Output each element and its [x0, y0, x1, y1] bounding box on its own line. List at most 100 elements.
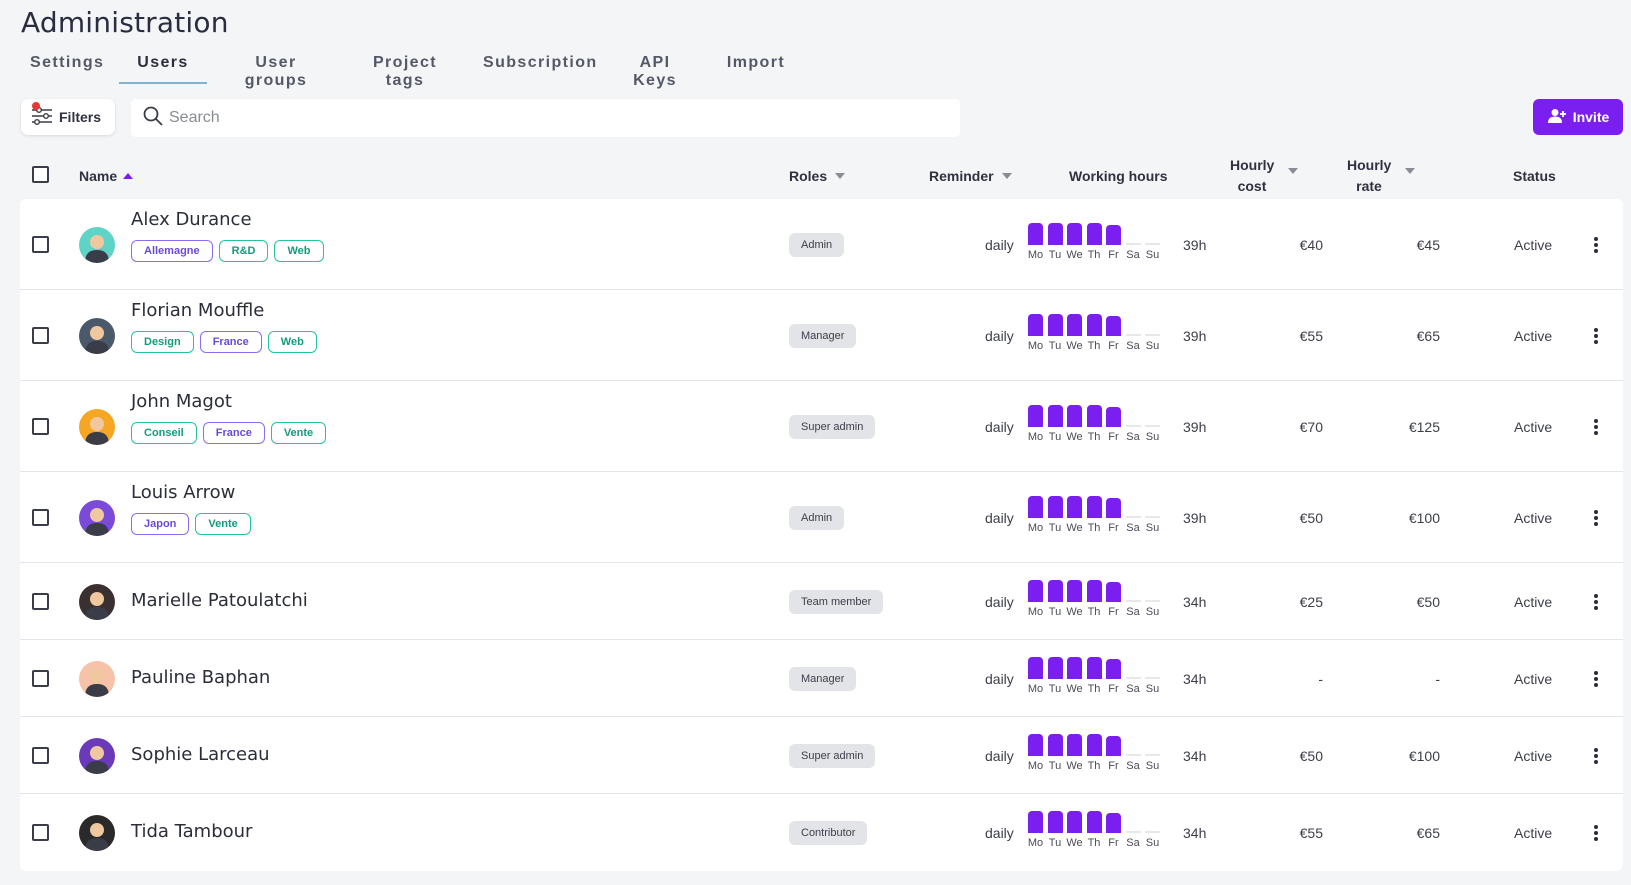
user-name[interactable]: Tida Tambour: [131, 821, 252, 842]
tag-badge[interactable]: Allemagne: [131, 239, 213, 262]
row-checkbox[interactable]: [32, 823, 49, 841]
reminder-value[interactable]: daily: [985, 328, 1014, 344]
hourly-cost-value[interactable]: €70: [1263, 419, 1323, 435]
invite-button[interactable]: Invite: [1533, 99, 1623, 135]
hourly-cost-value[interactable]: €50: [1263, 748, 1323, 764]
row-checkbox[interactable]: [32, 508, 49, 526]
hourly-cost-value[interactable]: -: [1263, 671, 1323, 687]
column-hourly-rate-header[interactable]: Hourly rate: [1347, 157, 1427, 194]
tab-api-keys[interactable]: API Keys: [616, 50, 694, 89]
user-name[interactable]: John Magot: [131, 391, 232, 412]
reminder-value[interactable]: daily: [985, 594, 1014, 610]
role-badge[interactable]: Team member: [789, 589, 884, 614]
table-row[interactable]: Sophie Larceau Super admin daily Mo Tu We Th Fr…: [20, 717, 1623, 794]
hourly-rate-value[interactable]: €65: [1380, 328, 1440, 344]
reminder-value[interactable]: daily: [985, 748, 1014, 764]
filters-button[interactable]: Filters: [21, 99, 115, 135]
role-badge[interactable]: Super admin: [789, 414, 876, 439]
day-label: Mo: [1027, 605, 1044, 618]
more-actions-icon[interactable]: [1588, 823, 1604, 843]
hourly-cost-value[interactable]: €40: [1263, 237, 1323, 253]
tab-project-tags[interactable]: Project tags: [352, 50, 458, 89]
table-row[interactable]: Florian Mouffle Design France Web Manager dai…: [20, 290, 1623, 381]
reminder-value[interactable]: daily: [985, 419, 1014, 435]
day-label: We: [1066, 430, 1083, 443]
more-actions-icon[interactable]: [1588, 592, 1604, 612]
column-hourly-cost-header[interactable]: Hourly cost: [1230, 157, 1310, 194]
table-row[interactable]: Tida Tambour Contributor daily Mo Tu We Th Fr Sa…: [20, 794, 1623, 871]
tab-subscription[interactable]: Subscription: [483, 50, 596, 84]
role-badge[interactable]: Super admin: [789, 743, 876, 768]
tag-badge[interactable]: Web: [274, 239, 324, 262]
role-badge[interactable]: Manager: [789, 323, 857, 348]
hourly-rate-value[interactable]: €100: [1380, 748, 1440, 764]
column-roles-header[interactable]: Roles: [789, 168, 846, 184]
tag-badge[interactable]: Conseil: [131, 421, 197, 444]
hourly-cost-value[interactable]: €55: [1263, 825, 1323, 841]
reminder-value[interactable]: daily: [985, 825, 1014, 841]
table-row[interactable]: Marielle Patoulatchi Team member daily Mo Tu…: [20, 563, 1623, 640]
select-all-checkbox[interactable]: [32, 166, 49, 183]
day-label: Sa: [1126, 339, 1140, 352]
role-badge[interactable]: Contributor: [789, 820, 868, 845]
tag-badge[interactable]: France: [199, 330, 262, 353]
hourly-rate-value[interactable]: €45: [1380, 237, 1440, 253]
tab-import[interactable]: Import: [726, 50, 786, 84]
table-row[interactable]: Pauline Baphan Manager daily Mo Tu We Th Fr Sa Su…: [20, 640, 1623, 717]
role-badge[interactable]: Admin: [789, 505, 845, 530]
tag-badge[interactable]: R&D: [218, 239, 269, 262]
role-badge[interactable]: Admin: [789, 232, 845, 257]
row-checkbox[interactable]: [32, 326, 49, 344]
more-actions-icon[interactable]: [1588, 326, 1604, 346]
row-checkbox[interactable]: [32, 417, 49, 435]
tab-user-groups[interactable]: User groups: [224, 50, 328, 89]
user-name[interactable]: Pauline Baphan: [131, 667, 270, 688]
hourly-cost-value[interactable]: €55: [1263, 328, 1323, 344]
reminder-value[interactable]: daily: [985, 510, 1014, 526]
table-row[interactable]: John Magot Conseil France Vente Super admin d…: [20, 381, 1623, 472]
day-label: Mo: [1027, 682, 1044, 695]
tag-badge[interactable]: France: [202, 421, 265, 444]
tag-badge[interactable]: Vente: [195, 512, 251, 535]
tab-settings[interactable]: Settings: [30, 50, 103, 84]
more-actions-icon[interactable]: [1588, 508, 1604, 528]
tag-badge[interactable]: Vente: [270, 421, 327, 444]
user-name[interactable]: Louis Arrow: [131, 482, 235, 503]
reminder-value[interactable]: daily: [985, 237, 1014, 253]
user-name[interactable]: Alex Durance: [131, 209, 252, 230]
tag-badge[interactable]: Design: [131, 330, 194, 353]
hourly-cost-value[interactable]: €50: [1263, 510, 1323, 526]
hourly-cost-value[interactable]: €25: [1263, 594, 1323, 610]
row-checkbox[interactable]: [32, 746, 49, 764]
tag-badge[interactable]: Japon: [131, 512, 190, 535]
table-row[interactable]: Louis Arrow Japon Vente Admin daily Mo Tu We Th F…: [20, 472, 1623, 563]
hourly-rate-value[interactable]: €65: [1380, 825, 1440, 841]
row-checkbox[interactable]: [32, 592, 49, 610]
tag-badge[interactable]: Web: [267, 330, 317, 353]
more-actions-icon[interactable]: [1588, 417, 1604, 437]
user-name[interactable]: Marielle Patoulatchi: [131, 590, 308, 611]
column-reminder-header[interactable]: Reminder: [929, 168, 1012, 184]
user-name[interactable]: Florian Mouffle: [131, 300, 264, 321]
hourly-rate-value[interactable]: €125: [1380, 419, 1440, 435]
tab-users[interactable]: Users: [119, 50, 207, 84]
more-actions-icon[interactable]: [1588, 746, 1604, 766]
weekly-hours: 39h: [1183, 327, 1207, 344]
column-name-header[interactable]: Name: [79, 168, 134, 184]
user-name[interactable]: Sophie Larceau: [131, 744, 270, 765]
reminder-value[interactable]: daily: [985, 671, 1014, 687]
day-hours-bar: [1028, 222, 1043, 245]
hourly-rate-value[interactable]: €100: [1380, 510, 1440, 526]
table-row[interactable]: Alex Durance Allemagne R&D Web Admin daily Mo T…: [20, 199, 1623, 290]
row-checkbox[interactable]: [32, 235, 49, 253]
hourly-rate-value[interactable]: €50: [1380, 594, 1440, 610]
weekly-hours: 39h: [1183, 509, 1207, 526]
status-value: Active: [1514, 327, 1553, 344]
more-actions-icon[interactable]: [1588, 235, 1604, 255]
day-hours-bar: [1086, 313, 1102, 336]
more-actions-icon[interactable]: [1588, 669, 1604, 689]
hourly-rate-value[interactable]: -: [1380, 671, 1440, 687]
row-checkbox[interactable]: [32, 669, 49, 687]
role-badge[interactable]: Manager: [789, 666, 857, 691]
search-input[interactable]: [169, 109, 929, 127]
